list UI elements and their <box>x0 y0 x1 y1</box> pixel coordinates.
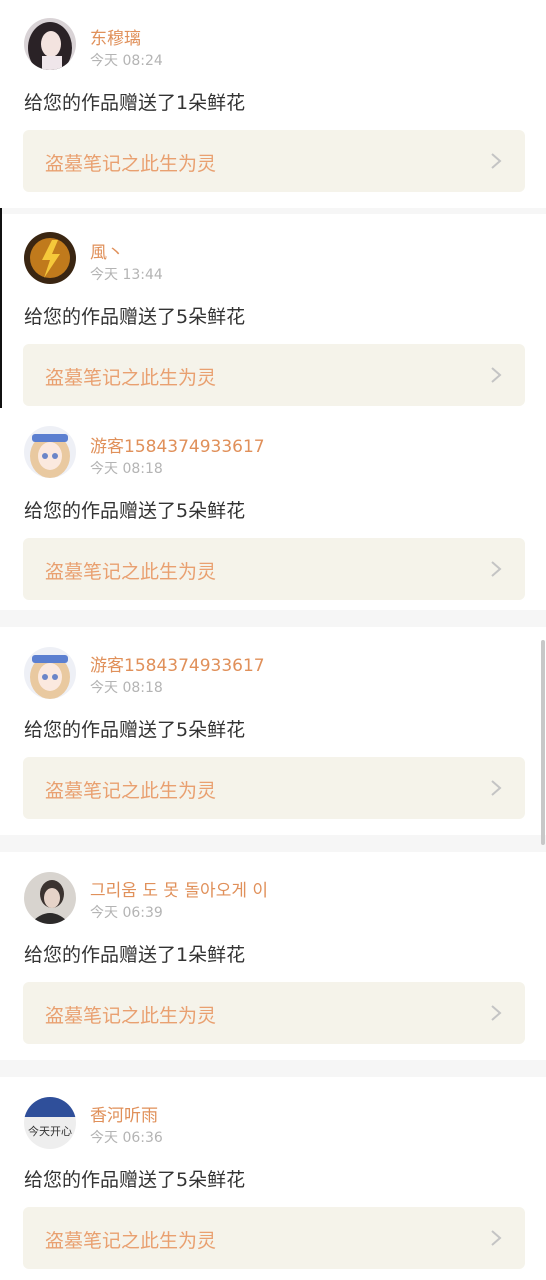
user-name[interactable]: 香河听雨 <box>90 1101 158 1126</box>
left-edge-divider <box>0 208 2 408</box>
gift-message: 给您的作品赠送了5朵鲜花 <box>24 719 246 741</box>
work-link[interactable]: 盗墓笔记之此生为灵 <box>23 1207 525 1269</box>
timestamp: 今天 06:39 <box>90 905 163 921</box>
user-avatar[interactable] <box>24 18 76 70</box>
work-title: 盗墓笔记之此生为灵 <box>45 561 217 583</box>
work-title: 盗墓笔记之此生为灵 <box>45 780 217 802</box>
user-name[interactable]: 游客1584374933617 <box>90 651 265 676</box>
gift-message: 给您的作品赠送了1朵鲜花 <box>24 944 246 966</box>
gift-message: 给您的作品赠送了1朵鲜花 <box>24 92 246 114</box>
user-avatar[interactable] <box>24 232 76 284</box>
notification-card: 今天开心 香河听雨 今天 06:36 给您的作品赠送了5朵鲜花 盗墓笔记之此生为… <box>0 1077 546 1280</box>
user-avatar-anime-girl-icon <box>24 426 76 478</box>
notification-card: 游客1584374933617 今天 08:18 给您的作品赠送了5朵鲜花 盗墓… <box>0 627 546 835</box>
scrollbar[interactable] <box>541 640 545 845</box>
notification-feed: 东穆璃 今天 08:24 给您的作品赠送了1朵鲜花 盗墓笔记之此生为灵 風丶 今… <box>0 0 546 1280</box>
work-link[interactable]: 盗墓笔记之此生为灵 <box>23 982 525 1044</box>
work-title: 盗墓笔记之此生为灵 <box>45 367 217 389</box>
work-link[interactable]: 盗墓笔记之此生为灵 <box>23 130 525 192</box>
svg-text:今天开心: 今天开心 <box>28 1124 72 1138</box>
user-avatar-person-photo-icon <box>24 872 76 924</box>
work-title: 盗墓笔记之此生为灵 <box>45 153 217 175</box>
user-name[interactable]: 그리움 도 못 돌아오게 이 <box>90 876 268 901</box>
user-avatar[interactable] <box>24 647 76 699</box>
work-link[interactable]: 盗墓笔记之此生为灵 <box>23 344 525 406</box>
timestamp: 今天 08:18 <box>90 461 163 477</box>
user-avatar[interactable]: 今天开心 <box>24 1097 76 1149</box>
chevron-right-icon <box>489 1003 503 1023</box>
notification-card: 그리움 도 못 돌아오게 이 今天 06:39 给您的作品赠送了1朵鲜花 盗墓笔… <box>0 852 546 1060</box>
gift-message: 给您的作品赠送了5朵鲜花 <box>24 1169 246 1191</box>
chevron-right-icon <box>489 151 503 171</box>
gift-message: 给您的作品赠送了5朵鲜花 <box>24 306 246 328</box>
chevron-right-icon <box>489 778 503 798</box>
chevron-right-icon <box>489 559 503 579</box>
chevron-right-icon <box>489 365 503 385</box>
user-avatar[interactable] <box>24 872 76 924</box>
work-link[interactable]: 盗墓笔记之此生为灵 <box>23 757 525 819</box>
user-avatar-anime-girl-icon <box>24 647 76 699</box>
user-avatar[interactable] <box>24 426 76 478</box>
work-link[interactable]: 盗墓笔记之此生为灵 <box>23 538 525 600</box>
chevron-right-icon <box>489 1228 503 1248</box>
notification-card: 东穆璃 今天 08:24 给您的作品赠送了1朵鲜花 盗墓笔记之此生为灵 <box>0 0 546 208</box>
user-name[interactable]: 風丶 <box>90 238 124 263</box>
timestamp: 今天 06:36 <box>90 1130 163 1146</box>
user-avatar-girl-dark-hair-icon <box>24 18 76 70</box>
work-title: 盗墓笔记之此生为灵 <box>45 1230 217 1252</box>
timestamp: 今天 13:44 <box>90 267 163 283</box>
notification-card: 游客1584374933617 今天 08:18 给您的作品赠送了5朵鲜花 盗墓… <box>0 408 546 610</box>
gift-message: 给您的作品赠送了5朵鲜花 <box>24 500 246 522</box>
timestamp: 今天 08:18 <box>90 680 163 696</box>
user-avatar-text-image-icon: 今天开心 <box>24 1097 76 1149</box>
timestamp: 今天 08:24 <box>90 53 163 69</box>
notification-card: 風丶 今天 13:44 给您的作品赠送了5朵鲜花 盗墓笔记之此生为灵 <box>0 214 546 408</box>
work-title: 盗墓笔记之此生为灵 <box>45 1005 217 1027</box>
user-name[interactable]: 东穆璃 <box>90 24 141 49</box>
user-avatar-lightning-mascot-icon <box>24 232 76 284</box>
user-name[interactable]: 游客1584374933617 <box>90 432 265 457</box>
